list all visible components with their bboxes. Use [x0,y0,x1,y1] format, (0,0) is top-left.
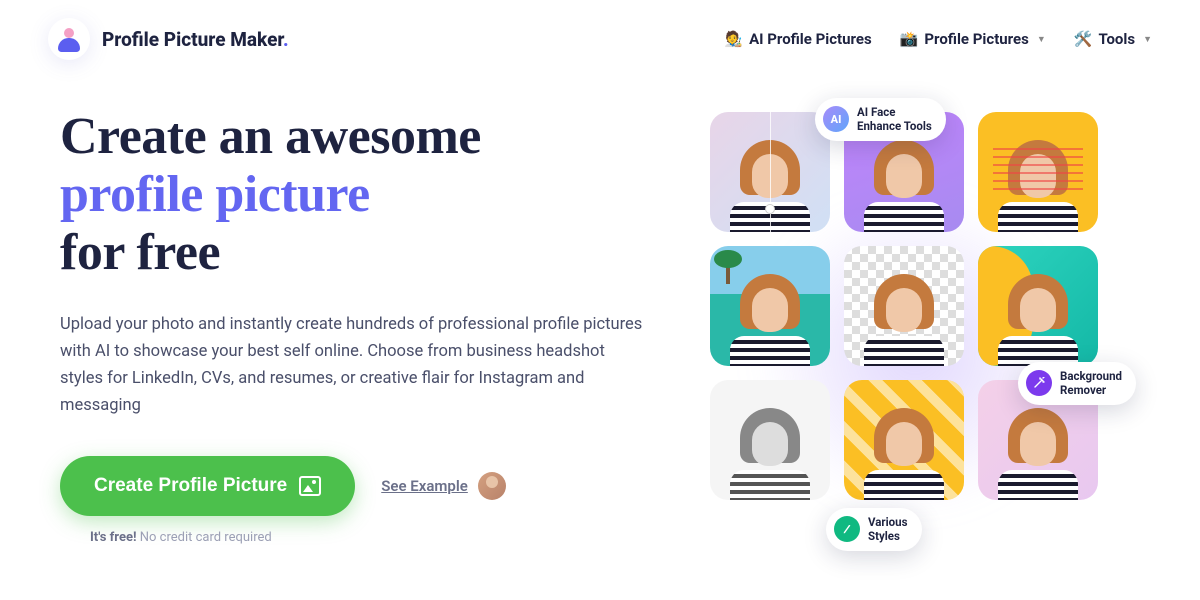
cta-subnote: It's free! No credit card required [60,530,680,545]
create-profile-picture-button[interactable]: Create Profile Picture [60,456,355,516]
see-example: See Example [381,472,506,500]
nav-label: AI Profile Pictures [749,30,872,48]
nav-profile-pictures[interactable]: 📸 Profile Pictures ▼ [900,30,1046,48]
example-avatar-icon [478,472,506,500]
callout-ai-face-enhance: AI AI FaceEnhance Tools [815,98,946,141]
nav-tools[interactable]: 🛠️ Tools ▼ [1074,30,1152,48]
gallery-tile-beach [710,246,830,366]
callout-text: VariousStyles [868,515,908,544]
nav-label: Profile Pictures [924,30,1028,48]
callout-background-remover: BackgroundRemover [1018,362,1136,405]
hero-description: Upload your photo and instantly create h… [60,311,650,420]
header: Profile Picture Maker. 🧑‍🎨 AI Profile Pi… [0,0,1200,78]
cta-label: Create Profile Picture [94,475,287,497]
see-example-link[interactable]: See Example [381,477,468,495]
logo-icon [48,18,90,60]
headline-line: Create an awesome [60,108,481,165]
cta-row: Create Profile Picture See Example [60,456,680,516]
wand-icon [1026,370,1052,396]
brand[interactable]: Profile Picture Maker. [48,18,289,60]
chevron-down-icon: ▼ [1037,34,1046,45]
gallery-tile-transparent [844,246,964,366]
headline-accent: profile picture [60,166,370,223]
callout-various-styles: VariousStyles [826,508,922,551]
headline: Create an awesome profile picture for fr… [60,108,680,283]
tools-emoji-icon: 🛠️ [1074,30,1093,48]
main-nav: 🧑‍🎨 AI Profile Pictures 📸 Profile Pictur… [724,30,1152,48]
hero-gallery: AI AI FaceEnhance Tools BackgroundRemove… [710,108,1130,545]
image-icon [299,476,321,496]
ai-badge-icon: AI [823,106,849,132]
brand-name: Profile Picture Maker. [102,28,289,51]
headline-line: for free [60,224,220,281]
gallery-tile-yellow-glitch [978,112,1098,232]
callout-text: AI FaceEnhance Tools [857,105,932,134]
main: Create an awesome profile picture for fr… [0,78,1200,545]
nav-label: Tools [1098,30,1135,48]
chevron-down-icon: ▼ [1143,34,1152,45]
brush-icon [834,516,860,542]
camera-emoji-icon: 📸 [900,30,919,48]
nav-ai-profile-pictures[interactable]: 🧑‍🎨 AI Profile Pictures [724,30,871,48]
artist-emoji-icon: 🧑‍🎨 [724,30,743,48]
gallery-tile-yellow-stripes [844,380,964,500]
style-grid [710,112,1130,500]
gallery-tile-split-compare [710,112,830,232]
gallery-tile-teal-shape [978,246,1098,366]
hero-text: Create an awesome profile picture for fr… [60,108,680,545]
callout-text: BackgroundRemover [1060,369,1122,398]
gallery-tile-grayscale [710,380,830,500]
